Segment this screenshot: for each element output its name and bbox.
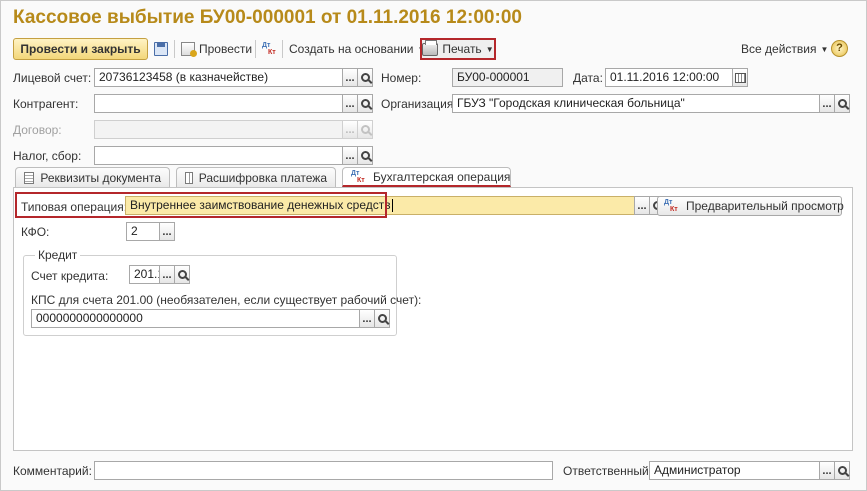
- organization-label: Организация:: [381, 97, 457, 111]
- chevron-down-icon: ▼: [485, 44, 494, 54]
- post-icon: [181, 42, 197, 57]
- toolbar-separator: [174, 40, 175, 58]
- search-icon: [377, 314, 387, 323]
- text-cursor: [391, 199, 393, 213]
- contract-input[interactable]: [94, 120, 343, 139]
- kps-select-button[interactable]: ...: [359, 309, 375, 328]
- create-based-on-button[interactable]: Создать на основании ▼: [289, 40, 425, 58]
- contractor-label: Контрагент:: [13, 97, 79, 111]
- kps-search-button[interactable]: [374, 309, 390, 328]
- print-button[interactable]: Печать ▼: [420, 38, 496, 60]
- all-actions-button[interactable]: Все действия ▼: [741, 40, 828, 58]
- kfo-label: КФО:: [21, 225, 50, 239]
- search-icon: [360, 73, 370, 82]
- highlight-frame: [15, 192, 387, 218]
- all-actions-label: Все действия: [741, 42, 817, 56]
- search-icon: [837, 99, 847, 108]
- tab-label: Реквизиты документа: [40, 170, 161, 185]
- search-icon: [360, 151, 370, 160]
- credit-account-select-button[interactable]: ...: [159, 265, 175, 284]
- contractor-search-button[interactable]: [357, 94, 373, 113]
- toolbar-separator: [282, 40, 283, 58]
- tab-accounting-operation[interactable]: Дт Кт Бухгалтерская операция: [342, 167, 511, 187]
- date-label: Дата:: [573, 71, 603, 85]
- responsible-search-button[interactable]: [834, 461, 850, 480]
- contract-label: Договор:: [13, 123, 62, 137]
- dtkt-icon: Дт Кт: [351, 169, 365, 184]
- credit-account-search-button[interactable]: [174, 265, 190, 284]
- chevron-down-icon: ▼: [820, 44, 829, 54]
- kps-label: КПС для счета 201.00 (необязателен, если…: [31, 293, 422, 307]
- contract-select-button[interactable]: ...: [342, 120, 358, 139]
- credit-group-title: Кредит: [35, 248, 81, 262]
- date-calendar-button[interactable]: [732, 68, 748, 87]
- kps-input[interactable]: 0000000000000000: [31, 309, 360, 328]
- responsible-input[interactable]: Администратор: [649, 461, 820, 480]
- print-button-label: Печать: [442, 42, 482, 56]
- organization-select-button[interactable]: ...: [819, 94, 835, 113]
- calendar-icon: [734, 72, 746, 83]
- print-icon: [422, 39, 439, 56]
- comment-input[interactable]: [94, 461, 553, 480]
- search-icon: [360, 99, 370, 108]
- contractor-select-button[interactable]: ...: [342, 94, 358, 113]
- tax-select-button[interactable]: ...: [342, 146, 358, 165]
- help-icon[interactable]: ?: [831, 40, 848, 57]
- tax-search-button[interactable]: [357, 146, 373, 165]
- kfo-input[interactable]: 2: [126, 222, 160, 241]
- post-button[interactable]: Провести: [181, 40, 252, 58]
- post-button-label: Провести: [199, 42, 253, 56]
- tab-label: Расшифровка платежа: [198, 170, 327, 185]
- tax-input[interactable]: [94, 146, 343, 165]
- tab-payment-breakdown[interactable]: Расшифровка платежа: [176, 167, 336, 187]
- account-label: Лицевой счет:: [13, 71, 92, 85]
- kfo-select-button[interactable]: ...: [159, 222, 175, 241]
- credit-account-label: Счет кредита:: [31, 269, 109, 283]
- credit-account-input[interactable]: 201.11: [129, 265, 160, 284]
- document-window: Кассовое выбытие БУ00-000001 от 01.11.20…: [0, 0, 867, 491]
- tab-label: Бухгалтерская операция: [373, 169, 511, 184]
- dtkt-icon: Дт Кт: [664, 199, 678, 213]
- comment-label: Комментарий:: [13, 464, 92, 478]
- create-based-on-label: Создать на основании: [289, 42, 414, 56]
- number-input[interactable]: БУ00-000001: [452, 68, 563, 87]
- post-and-close-button[interactable]: Провести и закрыть: [13, 38, 148, 60]
- preview-button-label: Предварительный просмотр: [686, 199, 844, 213]
- preview-button[interactable]: Дт Кт Предварительный просмотр: [657, 196, 844, 216]
- organization-search-button[interactable]: [834, 94, 850, 113]
- page-title: Кассовое выбытие БУ00-000001 от 01.11.20…: [13, 7, 522, 28]
- search-icon: [837, 466, 847, 475]
- date-input[interactable]: 01.11.2016 12:00:00: [605, 68, 733, 87]
- number-label: Номер:: [381, 71, 422, 85]
- toolbar-separator: [255, 40, 256, 58]
- grid-icon: [185, 171, 193, 184]
- save-button[interactable]: [154, 40, 168, 58]
- responsible-label: Ответственный:: [563, 464, 653, 478]
- search-icon: [360, 125, 370, 134]
- account-input[interactable]: 20736123458 (в казначействе): [94, 68, 343, 87]
- tax-label: Налог, сбор:: [13, 149, 82, 163]
- organization-input[interactable]: ГБУЗ "Городская клиническая больница": [452, 94, 820, 113]
- contractor-input[interactable]: [94, 94, 343, 113]
- account-select-button[interactable]: ...: [342, 68, 358, 87]
- tab-document-details[interactable]: Реквизиты документа: [15, 167, 170, 187]
- search-icon: [177, 270, 187, 279]
- doc-icon: [24, 171, 35, 184]
- contract-search-button[interactable]: [357, 120, 373, 139]
- dtkt-button[interactable]: Дт Кт: [262, 40, 278, 58]
- account-search-button[interactable]: [357, 68, 373, 87]
- responsible-select-button[interactable]: ...: [819, 461, 835, 480]
- save-icon: [154, 42, 168, 56]
- typical-operation-select-button[interactable]: ...: [634, 196, 650, 215]
- dtkt-icon: Дт Кт: [262, 42, 276, 56]
